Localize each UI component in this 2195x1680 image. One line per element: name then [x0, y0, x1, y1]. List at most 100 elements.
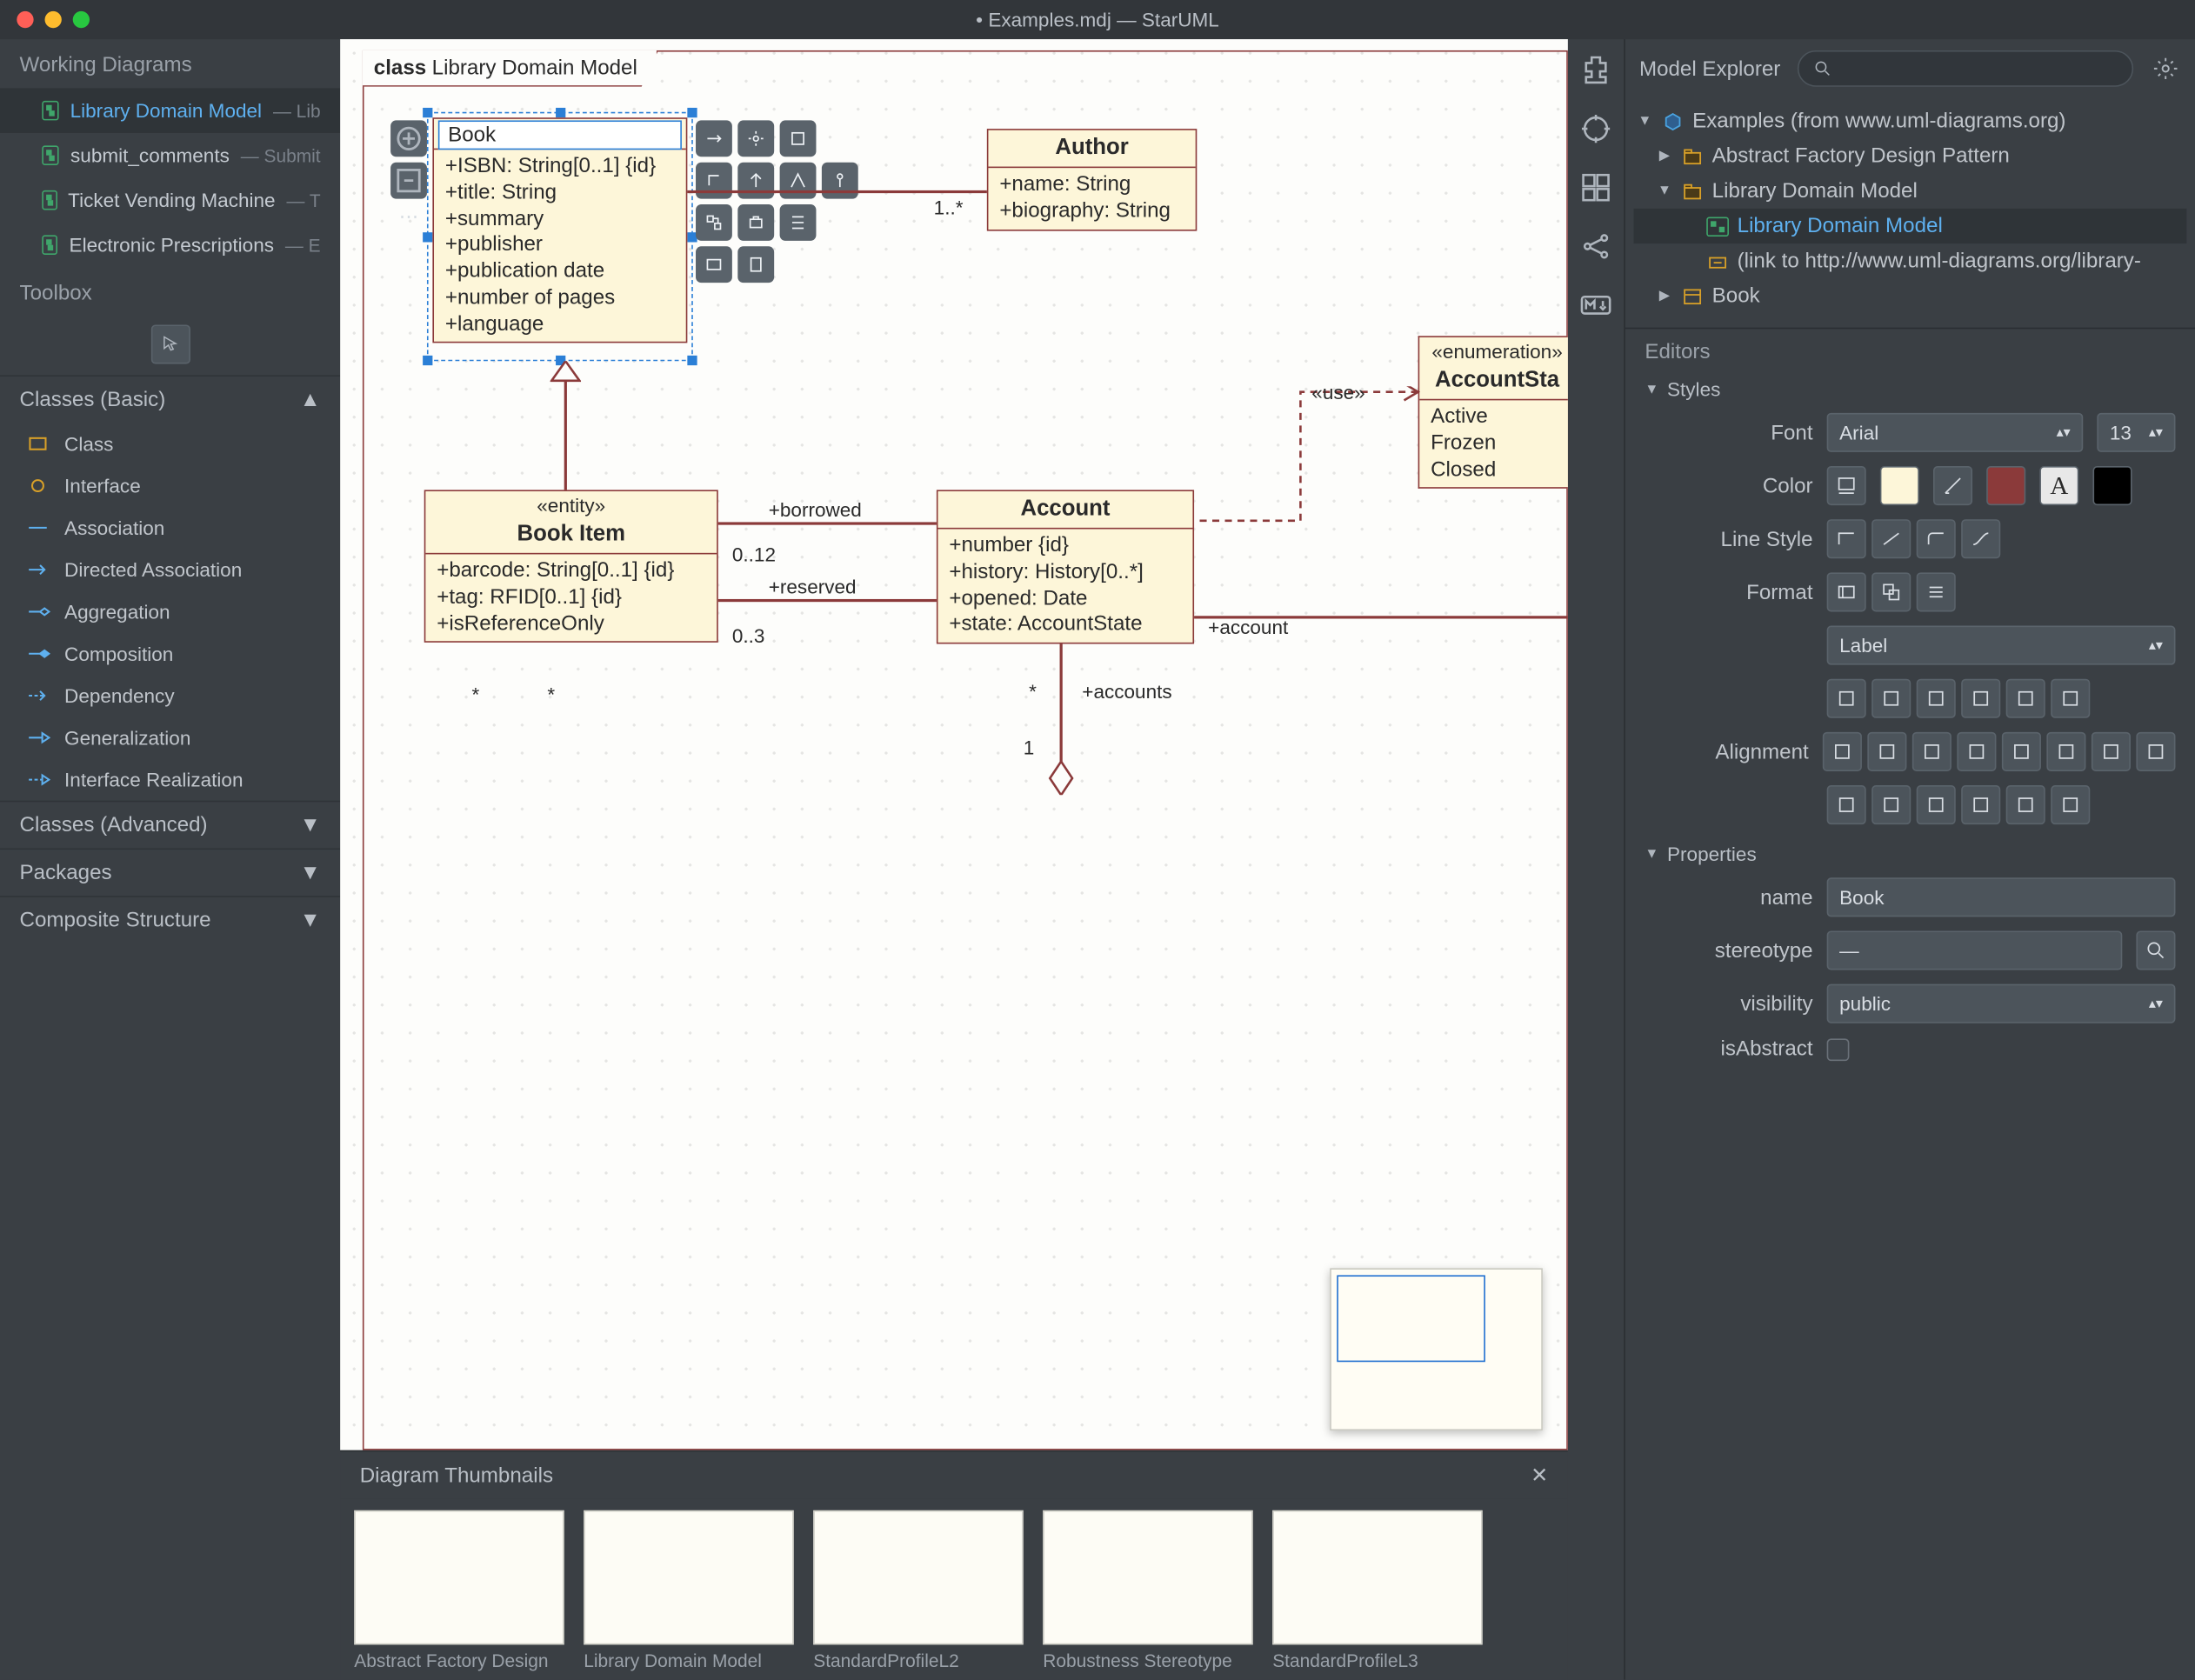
linestyle-rounded-button[interactable]	[1917, 519, 1956, 558]
tool-association[interactable]: Association	[0, 507, 340, 549]
minimap-viewport[interactable]	[1337, 1275, 1485, 1362]
model-explorer-search[interactable]	[1798, 50, 2134, 87]
dependency-line[interactable]	[1194, 386, 1421, 526]
line-color-swatch[interactable]	[1986, 466, 2025, 505]
search-icon[interactable]	[2136, 930, 2175, 970]
quickedit-add-operation[interactable]	[390, 163, 427, 199]
prop-isabstract-checkbox[interactable]	[1827, 1038, 1850, 1061]
format-button[interactable]	[1827, 572, 1866, 611]
fill-color-picker-icon[interactable]	[1827, 466, 1866, 505]
diagram-canvas[interactable]: classLibrary Domain Model +ISBN: String[…	[340, 39, 1568, 1450]
class-author[interactable]: Author +name: String+biography: String	[987, 129, 1197, 230]
align-button[interactable]	[2002, 732, 2041, 771]
distribute-button[interactable]	[2051, 785, 2090, 824]
tree-item[interactable]: (link to http://www.uml-diagrams.org/lib…	[1634, 243, 2187, 278]
text-color-button[interactable]: A	[2039, 466, 2078, 505]
share-icon[interactable]	[1579, 230, 1613, 263]
font-family-select[interactable]: Arial▴▾	[1827, 413, 2084, 452]
enumeration-accountstate[interactable]: «enumeration» AccountSta ActiveFrozenClo…	[1418, 336, 1568, 489]
thumbnail-item[interactable]: StandardProfileL2	[813, 1510, 1023, 1671]
quickedit-button[interactable]	[696, 163, 732, 199]
minimap[interactable]	[1330, 1268, 1543, 1430]
font-size-select[interactable]: 13▴▾	[2097, 413, 2175, 452]
tree-item[interactable]: ▶Abstract Factory Design Pattern	[1634, 138, 2187, 173]
working-diagram-item[interactable]: Ticket Vending Machine — T	[0, 177, 340, 223]
tool-directed-association[interactable]: Directed Association	[0, 549, 340, 590]
quickedit-button[interactable]	[780, 204, 817, 241]
class-name-editor[interactable]: Book	[438, 120, 682, 150]
zoom-icon[interactable]	[73, 11, 90, 28]
working-diagram-item[interactable]: Electronic Prescriptions — E	[0, 223, 340, 268]
minimize-icon[interactable]	[45, 11, 62, 28]
line-color-picker-icon[interactable]	[1933, 466, 1972, 505]
align-button[interactable]	[2046, 732, 2085, 771]
tool-generalization[interactable]: Generalization	[0, 717, 340, 758]
format-button[interactable]	[1961, 679, 2000, 718]
working-diagram-item[interactable]: Library Domain Model — Lib	[0, 88, 340, 133]
tool-interface-realization[interactable]: Interface Realization	[0, 758, 340, 800]
selection-tool[interactable]	[150, 324, 190, 363]
quickedit-button[interactable]	[737, 120, 774, 157]
linestyle-rect-button[interactable]	[1827, 519, 1866, 558]
prop-name-input[interactable]: Book	[1827, 877, 2176, 917]
toolbox-section[interactable]: Packages▼	[0, 848, 340, 896]
quickedit-button[interactable]	[780, 163, 817, 199]
align-button[interactable]	[2092, 732, 2131, 771]
fill-color-swatch[interactable]	[1880, 466, 1919, 505]
align-button[interactable]	[2136, 732, 2175, 771]
tool-interface[interactable]: Interface	[0, 464, 340, 506]
align-button[interactable]	[1912, 732, 1951, 771]
align-button[interactable]	[1957, 732, 1996, 771]
association-line[interactable]	[718, 599, 937, 601]
styles-section[interactable]: ▼Styles	[1625, 375, 2195, 405]
quickedit-button[interactable]	[737, 204, 774, 241]
extensions-icon[interactable]	[1579, 53, 1613, 87]
thumbnail-item[interactable]: Abstract Factory Design	[354, 1510, 564, 1671]
quickedit-add-attribute[interactable]	[390, 120, 427, 157]
toolbox-section[interactable]: Classes (Advanced)▼	[0, 801, 340, 849]
close-icon[interactable]	[17, 11, 33, 28]
tool-composition[interactable]: Composition	[0, 633, 340, 675]
format-button[interactable]	[1827, 679, 1866, 718]
quickedit-button[interactable]	[737, 246, 774, 283]
target-icon[interactable]	[1579, 112, 1613, 146]
prop-stereotype-input[interactable]: —	[1827, 930, 2123, 970]
class-bookitem[interactable]: «entity» Book Item +barcode: String[0..1…	[424, 490, 718, 643]
association-line[interactable]	[718, 522, 937, 523]
grid-icon[interactable]	[1579, 170, 1613, 204]
tree-item[interactable]: ▼Examples (from www.uml-diagrams.org)	[1634, 103, 2187, 138]
thumbnail-item[interactable]: StandardProfileL3	[1272, 1510, 1482, 1671]
quickedit-button[interactable]	[696, 246, 732, 283]
format-button[interactable]	[1917, 572, 1956, 611]
quickedit-button[interactable]	[780, 120, 817, 157]
distribute-button[interactable]	[1827, 785, 1866, 824]
thumbnail-item[interactable]: Robustness Stereotype	[1043, 1510, 1252, 1671]
tree-item[interactable]: ▼Library Domain Model	[1634, 174, 2187, 209]
close-icon[interactable]: ✕	[1531, 1463, 1548, 1488]
distribute-button[interactable]	[1961, 785, 2000, 824]
distribute-button[interactable]	[1917, 785, 1956, 824]
linestyle-curve-button[interactable]	[1961, 519, 2000, 558]
tool-aggregation[interactable]: Aggregation	[0, 590, 340, 632]
gear-icon[interactable]	[2150, 53, 2180, 83]
align-button[interactable]	[1867, 732, 1906, 771]
format-button[interactable]	[1871, 572, 1911, 611]
format-button[interactable]	[2006, 679, 2045, 718]
text-color-swatch[interactable]	[2093, 466, 2132, 505]
quickedit-button[interactable]	[696, 204, 732, 241]
tool-class[interactable]: Class	[0, 423, 340, 464]
distribute-button[interactable]	[2006, 785, 2045, 824]
linestyle-oblique-button[interactable]	[1871, 519, 1911, 558]
tree-item[interactable]: ▶Book	[1634, 278, 2187, 313]
markdown-icon[interactable]	[1579, 289, 1613, 323]
working-diagram-item[interactable]: submit_comments — Submit	[0, 133, 340, 178]
quickedit-button[interactable]	[822, 163, 858, 199]
association-line[interactable]	[687, 190, 986, 192]
format-button[interactable]	[2051, 679, 2090, 718]
quickedit-more-icon[interactable]: ⋯	[390, 204, 427, 228]
tool-dependency[interactable]: Dependency	[0, 675, 340, 717]
format-button[interactable]	[1917, 679, 1956, 718]
properties-section[interactable]: ▼Properties	[1625, 840, 2195, 870]
format-mode-select[interactable]: Label▴▾	[1827, 626, 2176, 665]
toolbox-section[interactable]: Classes (Basic)▲	[0, 375, 340, 423]
